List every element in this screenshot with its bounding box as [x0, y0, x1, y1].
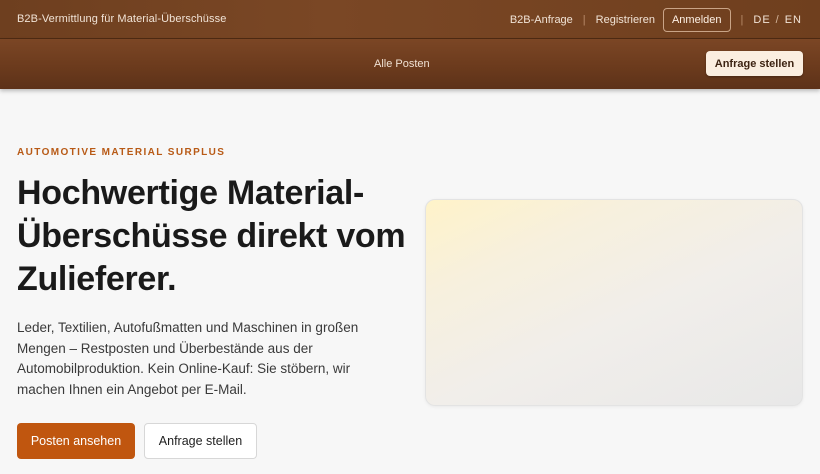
hero-lead-text: Leder, Textilien, Autofußmatten und Masc… [17, 320, 359, 397]
top-nav: B2B-Anfrage | Registrieren Anmelden | DE… [510, 7, 802, 32]
lang-en-link[interactable]: EN [785, 14, 802, 26]
request-button-header[interactable]: Anfrage stellen [706, 51, 803, 76]
lang-separator: / [775, 13, 780, 26]
hero-image-placeholder [425, 199, 803, 406]
nav-divider: | [582, 13, 586, 26]
b2b-request-link[interactable]: B2B-Anfrage [510, 14, 573, 26]
nav-divider: | [740, 13, 744, 26]
all-posts-link[interactable]: Alle Posten [374, 58, 430, 70]
request-button[interactable]: Anfrage stellen [144, 423, 257, 459]
site-tagline: B2B-Vermittlung für Material-Überschüsse [17, 13, 227, 25]
secondary-nav-bar: Alle Posten Anfrage stellen [0, 39, 820, 89]
lang-de-link[interactable]: DE [753, 14, 770, 26]
hero-eyebrow: AUTOMOTIVE MATERIAL SURPLUS [17, 147, 226, 158]
top-bar: B2B-Vermittlung für Material-Überschüsse… [0, 0, 820, 39]
login-button[interactable]: Anmelden [662, 7, 731, 32]
view-posts-button[interactable]: Posten ansehen [17, 423, 135, 459]
register-link[interactable]: Registrieren [596, 14, 655, 26]
hero-headline: Hochwertige Material-Überschüsse direkt … [17, 174, 406, 298]
language-switcher: DE / EN [753, 14, 802, 26]
